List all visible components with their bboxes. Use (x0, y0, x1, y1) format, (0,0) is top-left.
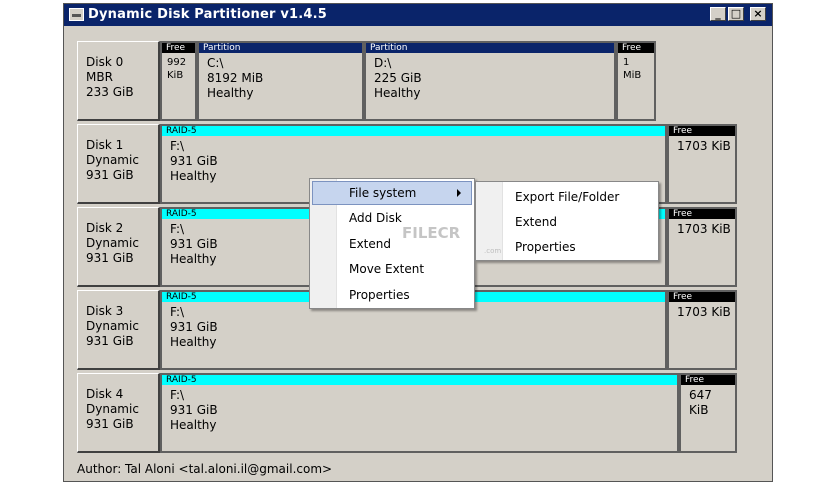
free-size-unit: MiB (623, 70, 642, 81)
close-button[interactable]: × (750, 7, 766, 21)
volume-status: Healthy (170, 418, 217, 432)
menu-item-label: Properties (349, 288, 410, 302)
menu-item-label: Extend (515, 215, 557, 229)
disk-name: Disk 2 (86, 221, 124, 235)
disk-name: Disk 3 (86, 304, 124, 318)
menu-item-label: Properties (515, 240, 576, 254)
free-size-unit: KiB (167, 70, 184, 81)
partition-header: Partition (366, 43, 614, 53)
disk-1-box[interactable]: Disk 1 Dynamic 931 GiB (77, 124, 160, 204)
partition-size: 225 GiB (374, 71, 422, 85)
free-size-value: 992 (167, 57, 187, 68)
disk-1-free[interactable]: Free 1703 KiB (667, 124, 737, 204)
menu-item-label: Export File/Folder (515, 190, 620, 204)
disk-type: Dynamic (86, 236, 139, 250)
app-icon (69, 8, 84, 21)
disk-2-box[interactable]: Disk 2 Dynamic 931 GiB (77, 207, 160, 287)
partition-letter: D:\ (374, 56, 392, 70)
disk-name: Disk 0 (86, 55, 124, 69)
volume-status: Healthy (170, 335, 217, 349)
disk-4-raid-volume[interactable]: RAID-5 F:\ 931 GiB Healthy (160, 373, 679, 453)
volume-letter: F:\ (170, 139, 185, 153)
submenu-item-properties[interactable]: Properties (478, 235, 656, 259)
free-header: Free (669, 126, 735, 136)
menu-item-properties[interactable]: Properties (312, 283, 472, 307)
submenu-item-export-file-folder[interactable]: Export File/Folder (478, 185, 656, 209)
watermark-subtext: .com (484, 247, 502, 255)
menu-item-label: Add Disk (349, 211, 402, 225)
volume-size: 931 GiB (170, 403, 218, 417)
disk-4-free[interactable]: Free 647 KiB (679, 373, 737, 453)
context-menu: File system Add Disk Extend Move Extent … (309, 178, 475, 309)
free-size: 1703 KiB (677, 139, 731, 153)
free-size: 1703 KiB (677, 305, 731, 319)
volume-letter: F:\ (170, 388, 185, 402)
partition-status: Healthy (207, 86, 254, 100)
disk-3-free[interactable]: Free 1703 KiB (667, 290, 737, 370)
disk-0-free-start[interactable]: Free 992 KiB (160, 41, 197, 121)
free-header: Free (669, 292, 735, 302)
disk-0-partition-c[interactable]: Partition C:\ 8192 MiB Healthy (197, 41, 364, 121)
disk-type: Dynamic (86, 402, 139, 416)
menu-item-label: Extend (349, 237, 391, 251)
disk-size: 931 GiB (86, 417, 134, 431)
submenu-arrow-icon (457, 189, 461, 197)
disk-size: 931 GiB (86, 251, 134, 265)
free-size-unit: KiB (689, 403, 709, 417)
partition-status: Healthy (374, 86, 421, 100)
volume-size: 931 GiB (170, 154, 218, 168)
menu-item-label: Move Extent (349, 262, 425, 276)
minimize-button[interactable]: _ (710, 7, 726, 21)
disk-0-box[interactable]: Disk 0 MBR 233 GiB (77, 41, 160, 121)
disk-name: Disk 1 (86, 138, 124, 152)
partition-letter: C:\ (207, 56, 224, 70)
free-header: Free (162, 43, 195, 53)
free-header: Free (618, 43, 654, 53)
menu-item-move-extent[interactable]: Move Extent (312, 257, 472, 281)
submenu-item-extend[interactable]: Extend (478, 210, 656, 234)
disk-3-box[interactable]: Disk 3 Dynamic 931 GiB (77, 290, 160, 370)
maximize-button[interactable]: □ (728, 7, 744, 21)
partition-header: Partition (199, 43, 362, 53)
disk-2-free[interactable]: Free 1703 KiB (667, 207, 737, 287)
free-size-value: 647 (689, 388, 712, 402)
menu-item-label: File system (349, 186, 417, 200)
disk-size: 931 GiB (86, 168, 134, 182)
disk-size: 931 GiB (86, 334, 134, 348)
disk-0-free-end[interactable]: Free 1 MiB (616, 41, 656, 121)
file-system-submenu: Export File/Folder Extend Properties (475, 181, 659, 261)
watermark-text: FILECR (402, 224, 461, 242)
raid-header: RAID-5 (162, 126, 665, 136)
free-header: Free (681, 375, 735, 385)
disk-type: Dynamic (86, 153, 139, 167)
author-label: Author: Tal Aloni <tal.aloni.il@gmail.co… (77, 462, 333, 476)
disk-type: Dynamic (86, 319, 139, 333)
disk-size: 233 GiB (86, 85, 134, 99)
volume-size: 931 GiB (170, 320, 218, 334)
disk-0-partition-d[interactable]: Partition D:\ 225 GiB Healthy (364, 41, 616, 121)
disk-type: MBR (86, 70, 113, 84)
disk-4-box[interactable]: Disk 4 Dynamic 931 GiB (77, 373, 160, 453)
menu-item-file-system[interactable]: File system (312, 181, 472, 205)
partition-size: 8192 MiB (207, 71, 264, 85)
disk-name: Disk 4 (86, 387, 124, 401)
window-title: Dynamic Disk Partitioner v1.4.5 (88, 7, 328, 22)
free-header: Free (669, 209, 735, 219)
title-bar[interactable]: Dynamic Disk Partitioner v1.4.5 _ □ × (64, 4, 772, 26)
free-size-value: 1 (623, 57, 630, 68)
free-size: 1703 KiB (677, 222, 731, 236)
raid-header: RAID-5 (162, 375, 677, 385)
